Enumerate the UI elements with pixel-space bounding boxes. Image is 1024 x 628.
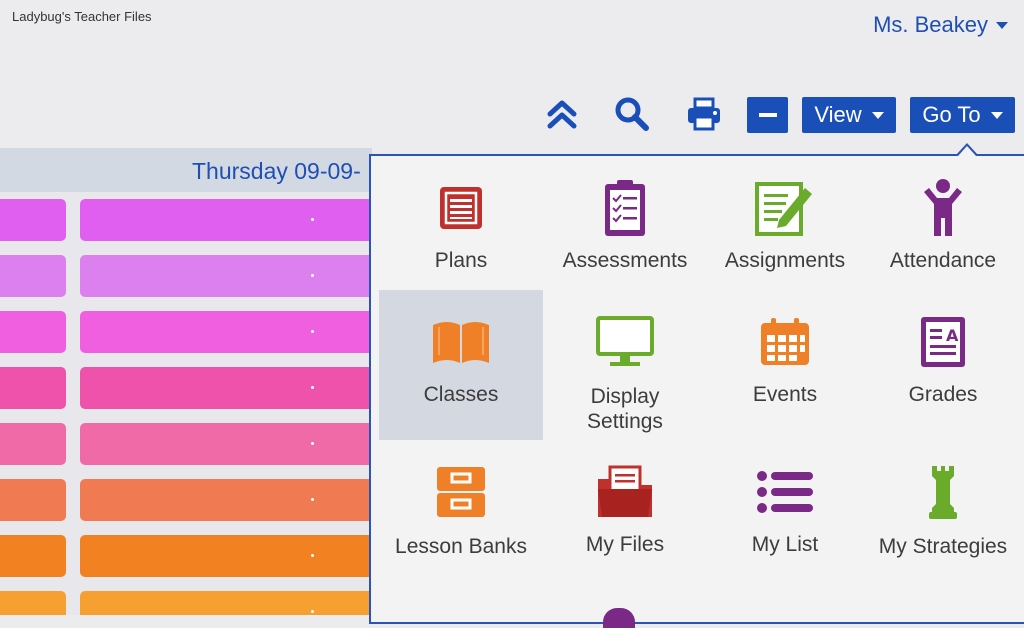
goto-item-my-strategies[interactable]: My Strategies [861, 440, 1024, 590]
calendar-cell[interactable] [80, 535, 372, 577]
double-chevron-up-icon[interactable] [544, 96, 580, 132]
calendar-row[interactable] [0, 255, 372, 297]
person-icon [911, 176, 975, 240]
cell-dot [311, 442, 314, 445]
goto-item-assignments[interactable]: Assignments [703, 156, 867, 306]
goto-item-my-list[interactable]: My List [703, 440, 867, 590]
goto-item-assessments[interactable]: Assessments [543, 156, 707, 306]
minus-icon [758, 113, 777, 117]
pencil-document-icon [753, 176, 817, 240]
cell-dot [311, 498, 314, 501]
goto-dropdown: Plans Assessments Assignments Attendance… [369, 154, 1024, 628]
calendar-cell[interactable] [0, 591, 66, 615]
date-label: Thursday 09-09- [192, 158, 361, 184]
calendar-rows [0, 192, 372, 615]
goto-button[interactable]: Go To [910, 97, 1015, 133]
chevron-down-icon [990, 111, 1003, 119]
calendar-cell[interactable] [80, 423, 372, 465]
svg-text:A: A [946, 326, 959, 345]
calendar-cell[interactable] [80, 199, 372, 241]
search-icon[interactable] [614, 96, 650, 132]
calendar-cell[interactable] [80, 255, 372, 297]
grade-document-icon: A [911, 310, 975, 374]
goto-item-display-settings[interactable]: Display Settings [543, 290, 707, 440]
monitor-icon [593, 310, 657, 374]
user-name: Ms. Beakey [873, 12, 988, 37]
calendar-cell[interactable] [0, 199, 66, 241]
calendar-cell[interactable] [0, 255, 66, 297]
calendar-row[interactable] [0, 591, 372, 615]
calendar-cell[interactable] [0, 479, 66, 521]
goto-item-label: Display Settings [587, 385, 663, 433]
goto-label: Go To [922, 102, 981, 127]
goto-item-my-files[interactable]: My Files [543, 440, 707, 590]
clipboard-icon [593, 176, 657, 240]
next-row-icon-partial [603, 608, 635, 628]
goto-item-label: Assignments [724, 249, 846, 272]
cell-dot [311, 386, 314, 389]
calendar-row[interactable] [0, 367, 372, 409]
calendar-cell[interactable] [80, 367, 372, 409]
cell-dot [311, 554, 314, 557]
goto-item-lesson-banks[interactable]: Lesson Banks [379, 440, 543, 590]
calendar-cell[interactable] [0, 535, 66, 577]
goto-item-plans[interactable]: Plans [379, 156, 543, 306]
goto-item-label: Plans [434, 249, 488, 272]
file-cabinet-icon [429, 460, 493, 524]
calendar-cell[interactable] [80, 479, 372, 521]
goto-item-label: Attendance [889, 249, 997, 272]
calendar-row[interactable] [0, 423, 372, 465]
goto-item-label: Lesson Banks [395, 535, 527, 558]
view-button[interactable]: View [802, 97, 896, 133]
chevron-down-icon [996, 21, 1008, 29]
calendar-row[interactable] [0, 479, 372, 521]
folder-icon [593, 460, 657, 524]
minus-button[interactable] [747, 97, 788, 133]
cell-dot [311, 610, 314, 613]
chess-rook-icon [911, 460, 975, 524]
cell-dot [311, 218, 314, 221]
goto-item-label: Classes [423, 383, 499, 406]
goto-item-label: Grades [908, 383, 978, 406]
calendar-cell[interactable] [80, 311, 372, 353]
cell-dot [311, 330, 314, 333]
open-book-icon [429, 310, 493, 374]
calendar-cell[interactable] [80, 591, 372, 615]
dropdown-pointer-fill [958, 146, 976, 156]
calendar-row[interactable] [0, 199, 372, 241]
goto-item-events[interactable]: Events [703, 290, 867, 440]
chevron-down-icon [871, 111, 884, 119]
user-menu[interactable]: Ms. Beakey [873, 12, 1008, 38]
goto-item-classes[interactable]: Classes [379, 290, 543, 440]
goto-item-label: Events [752, 383, 818, 406]
app-title: Ladybug's Teacher Files [12, 9, 152, 24]
goto-item-label: My List [751, 533, 819, 556]
list-icon [753, 460, 817, 524]
calendar-cell[interactable] [0, 367, 66, 409]
date-header: Thursday 09-09- [0, 148, 372, 192]
cell-dot [311, 274, 314, 277]
goto-item-label: Assessments [562, 249, 688, 272]
calendar-cell[interactable] [0, 311, 66, 353]
calendar-icon [753, 310, 817, 374]
printer-icon[interactable] [686, 96, 722, 132]
calendar-cell[interactable] [0, 423, 66, 465]
view-label: View [814, 102, 862, 127]
calendar-row[interactable] [0, 535, 372, 577]
goto-item-label: My Files [585, 533, 665, 556]
goto-item-attendance[interactable]: Attendance [861, 156, 1024, 306]
goto-item-grades[interactable]: A Grades [861, 290, 1024, 440]
calendar-row[interactable] [0, 311, 372, 353]
goto-item-label: My Strategies [878, 535, 1008, 558]
plans-icon [429, 176, 493, 240]
